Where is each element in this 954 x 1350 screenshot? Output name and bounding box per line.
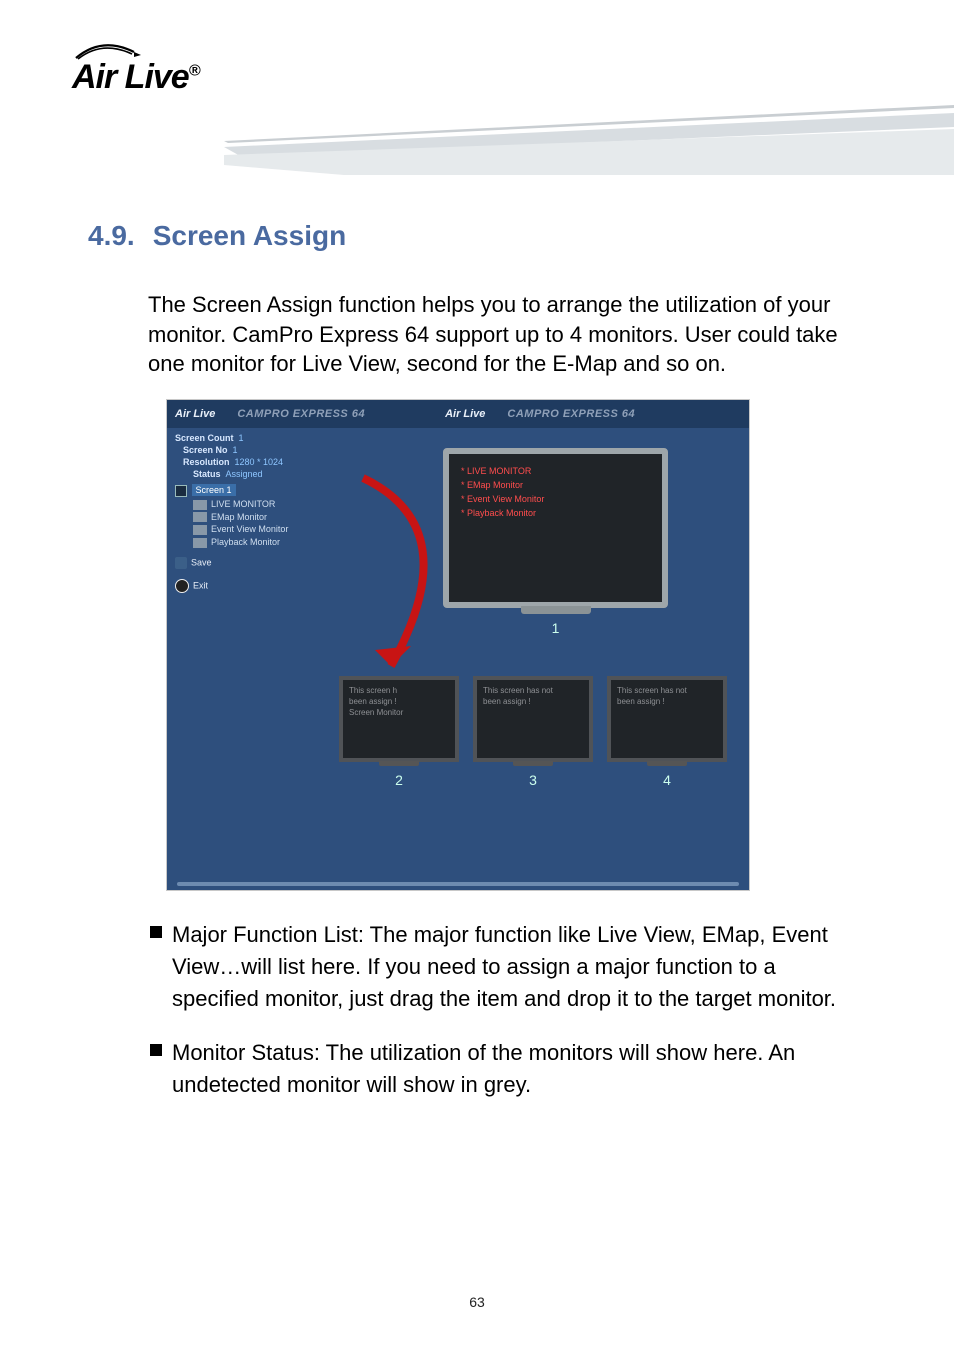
monitor-2[interactable]: This screen h been assign ! Screen Monit…	[339, 676, 459, 788]
monitor-1-line-0: * LIVE MONITOR	[461, 464, 650, 478]
sidebar: Screen Count 1 Screen No 1 Resolution 12…	[167, 428, 333, 880]
event-icon	[193, 525, 207, 535]
tree-item-label: LIVE MONITOR	[211, 499, 275, 509]
monitor-3-screen: This screen has not been assign !	[473, 676, 593, 762]
monitor-3-stand	[513, 761, 553, 766]
screenshot-footer-bar	[177, 882, 739, 886]
tree-root-label: Screen 1	[192, 484, 236, 496]
bullet-1-text: Major Function List: The major function …	[172, 922, 836, 1011]
screen-count-label: Screen Count	[175, 433, 234, 443]
bullet-2: Monitor Status: The utilization of the m…	[150, 1037, 868, 1101]
tree-item-playback-monitor[interactable]: Playback Monitor	[175, 536, 329, 549]
tree-item-event-view-monitor[interactable]: Event View Monitor	[175, 523, 329, 536]
status-value: Assigned	[226, 469, 263, 479]
screen-no-value: 1	[233, 445, 238, 455]
tree-item-emap-monitor[interactable]: EMap Monitor	[175, 511, 329, 524]
tree-item-label: Playback Monitor	[211, 537, 280, 547]
monitor-1-stand	[521, 606, 591, 614]
screen-count-row: Screen Count 1	[175, 432, 329, 444]
tree-item-label: Event View Monitor	[211, 524, 288, 534]
monitor-4[interactable]: This screen has not been assign ! 4	[607, 676, 727, 788]
monitor-2-line-0: This screen h	[349, 686, 449, 697]
monitor-4-line-0: This screen has not	[617, 686, 717, 697]
tile-icon	[193, 500, 207, 510]
bullet-1: Major Function List: The major function …	[150, 919, 868, 1015]
exit-label: Exit	[193, 580, 208, 590]
logo-registered: ®	[189, 63, 200, 80]
tree-root-row[interactable]: Screen 1	[175, 484, 329, 498]
app-brand-2: Air Live	[445, 408, 485, 420]
square-bullet-icon	[150, 926, 162, 938]
exit-icon	[175, 579, 189, 593]
monitor-1-line-1: * EMap Monitor	[461, 478, 650, 492]
bullet-2-text: Monitor Status: The utilization of the m…	[172, 1040, 795, 1097]
monitor-4-stand	[647, 761, 687, 766]
resolution-label: Resolution	[183, 457, 230, 467]
app-product: CAMPRO EXPRESS 64	[237, 408, 365, 420]
monitor-2-label: 2	[339, 772, 459, 788]
exit-button[interactable]: Exit	[175, 577, 329, 595]
monitor-4-screen: This screen has not been assign !	[607, 676, 727, 762]
screen-tree: Screen 1 LIVE MONITOR EMap Monitor Event…	[175, 484, 329, 549]
playback-icon	[193, 538, 207, 548]
monitor-4-label: 4	[607, 772, 727, 788]
monitor-4-line-1: been assign !	[617, 697, 717, 708]
brand-logo: Air Live®	[72, 58, 200, 97]
page-number: 63	[0, 1294, 954, 1310]
bullet-list: Major Function List: The major function …	[150, 919, 868, 1100]
screen-count-value: 1	[239, 433, 244, 443]
screen-no-row: Screen No 1	[175, 444, 329, 456]
map-icon	[193, 512, 207, 522]
status-label: Status	[193, 469, 221, 479]
monitor-1-screen: * LIVE MONITOR * EMap Monitor * Event Vi…	[443, 448, 668, 608]
save-label: Save	[191, 557, 212, 567]
save-icon	[175, 557, 187, 569]
app-brand: Air Live	[175, 408, 215, 420]
section-heading: 4.9. Screen Assign	[88, 220, 954, 252]
intro-paragraph: The Screen Assign function helps you to …	[148, 290, 868, 379]
save-button[interactable]: Save	[175, 555, 329, 571]
monitor-1-label: 1	[443, 620, 668, 636]
app-product-2: CAMPRO EXPRESS 64	[507, 408, 635, 420]
screenshot-header: Air Live CAMPRO EXPRESS 64 Air Live CAMP…	[167, 400, 749, 428]
monitor-3-line-0: This screen has not	[483, 686, 583, 697]
monitor-2-screen: This screen h been assign ! Screen Monit…	[339, 676, 459, 762]
monitor-2-line-2: Screen Monitor	[349, 708, 449, 719]
screenshot-body: Screen Count 1 Screen No 1 Resolution 12…	[167, 428, 749, 880]
monitor-3-label: 3	[473, 772, 593, 788]
square-bullet-icon	[150, 1044, 162, 1056]
screenshot-container: Air Live CAMPRO EXPRESS 64 Air Live CAMP…	[166, 399, 750, 891]
monitor-2-stand	[379, 761, 419, 766]
monitor-3-line-1: been assign !	[483, 697, 583, 708]
status-row: Status Assigned	[175, 468, 329, 480]
logo-text: Air Live	[72, 58, 189, 96]
monitor-area: * LIVE MONITOR * EMap Monitor * Event Vi…	[333, 428, 749, 880]
resolution-row: Resolution 1280 * 1024	[175, 456, 329, 468]
monitor-3[interactable]: This screen has not been assign ! 3	[473, 676, 593, 788]
monitor-1-line-2: * Event View Monitor	[461, 492, 650, 506]
monitor-1-line-3: * Playback Monitor	[461, 506, 650, 520]
screen-no-label: Screen No	[183, 445, 228, 455]
section-title: Screen Assign	[153, 220, 346, 251]
monitor-thumbnails: This screen h been assign ! Screen Monit…	[339, 676, 727, 788]
tree-item-label: EMap Monitor	[211, 512, 267, 522]
monitor-2-line-1: been assign !	[349, 697, 449, 708]
page-header: Air Live®	[0, 0, 954, 180]
header-stripe	[224, 105, 954, 175]
tree-item-live-monitor[interactable]: LIVE MONITOR	[175, 498, 329, 511]
resolution-value: 1280 * 1024	[235, 457, 284, 467]
monitor-1[interactable]: * LIVE MONITOR * EMap Monitor * Event Vi…	[443, 448, 668, 638]
section-number: 4.9.	[88, 220, 135, 251]
monitor-icon	[175, 485, 187, 497]
